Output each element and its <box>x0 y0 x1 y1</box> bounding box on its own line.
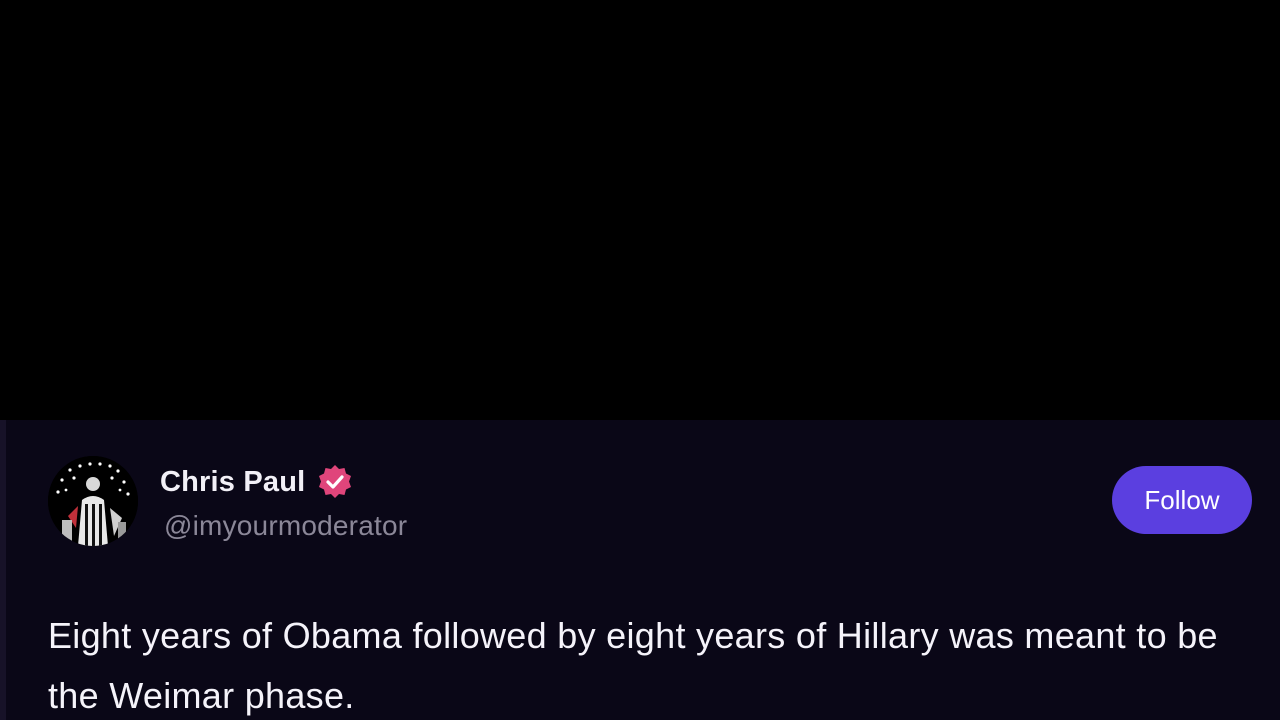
author-name-row: Chris Paul <box>160 462 353 502</box>
post-card: Chris Paul @imyourmoderator Follow Eight… <box>0 420 1280 720</box>
author-display-name[interactable]: Chris Paul <box>160 466 305 499</box>
avatar[interactable] <box>48 456 138 546</box>
author-handle[interactable]: @imyourmoderator <box>164 510 407 542</box>
screen: Chris Paul @imyourmoderator Follow Eight… <box>0 0 1280 720</box>
avatar-image <box>48 456 138 546</box>
blank-media-area <box>0 0 1280 420</box>
follow-button[interactable]: Follow <box>1112 466 1252 534</box>
post-text: Eight years of Obama followed by eight y… <box>48 615 1218 716</box>
verified-check-icon <box>319 465 352 498</box>
